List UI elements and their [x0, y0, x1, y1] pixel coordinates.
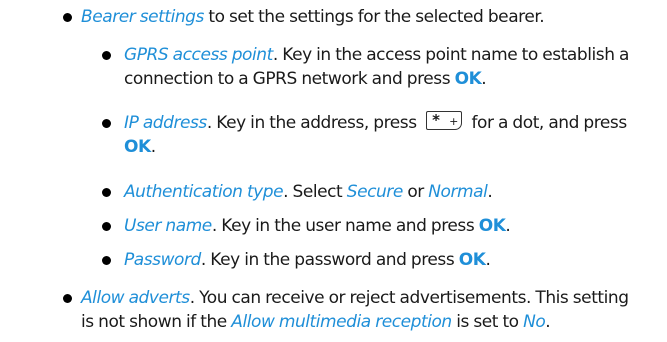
text-line: User name. Key in the user name and pres…	[124, 214, 511, 238]
menu-term: GPRS access point	[124, 45, 273, 65]
body-text: .	[545, 312, 551, 332]
bullet-icon	[102, 119, 111, 128]
body-text: . Key in the access point name to establ…	[272, 45, 630, 65]
list-item-allow-adverts: Allow adverts. You can receive or reject…	[81, 286, 629, 334]
body-text: .	[505, 216, 511, 236]
menu-term: Allow adverts	[81, 288, 190, 308]
text-line: Allow adverts. You can receive or reject…	[81, 286, 629, 310]
body-text: .	[481, 69, 487, 89]
body-text: is set to	[451, 312, 524, 332]
body-text: to set the settings for the selected bea…	[203, 7, 545, 27]
softkey-label: OK	[478, 216, 506, 236]
text-line: connection to a GPRS network and press O…	[124, 67, 629, 91]
menu-term: IP address	[124, 113, 207, 133]
menu-term: Authentication type	[124, 182, 284, 202]
body-text: . You can receive or reject advertisemen…	[189, 288, 629, 308]
bullet-icon	[102, 222, 111, 231]
list-item-user-name: User name. Key in the user name and pres…	[124, 214, 511, 238]
keycap-main-symbol: *	[432, 111, 440, 129]
body-text: .	[485, 250, 491, 270]
softkey-label: OK	[454, 69, 482, 89]
body-text: or	[402, 182, 429, 202]
softkey-label: OK	[124, 137, 151, 157]
bullet-icon	[102, 188, 111, 197]
text-line: Authentication type. Select Secure or No…	[124, 180, 493, 204]
softkey-label: OK	[458, 250, 486, 270]
list-item-bearer-settings: Bearer settings to set the settings for …	[81, 5, 545, 29]
body-text: . Key in the password and press	[200, 250, 459, 270]
list-item-ip-address: IP address. Key in the address, press * +…	[124, 111, 627, 159]
bullet-icon	[102, 256, 111, 265]
menu-term: Normal	[428, 182, 488, 202]
menu-term: User name	[124, 216, 212, 236]
text-line: OK.	[124, 135, 627, 159]
document-page: Bearer settings to set the settings for …	[0, 0, 667, 342]
text-line: Bearer settings to set the settings for …	[81, 5, 545, 29]
body-text: . Key in the user name and press	[211, 216, 479, 236]
body-text: connection to a GPRS network and press	[124, 69, 455, 89]
body-text: for a dot, and press	[467, 113, 628, 133]
body-text: .	[150, 137, 156, 157]
menu-term: Bearer settings	[81, 7, 204, 27]
text-line: Password. Key in the password and press …	[124, 248, 491, 272]
body-text: . Key in the address, press	[206, 113, 422, 133]
bullet-icon	[102, 51, 111, 60]
keycap-sub-symbol: +	[449, 115, 459, 128]
body-text: is not shown if the	[81, 312, 232, 332]
text-line: is not shown if the Allow multimedia rec…	[81, 310, 629, 334]
body-text: . Select	[283, 182, 347, 202]
text-line: GPRS access point. Key in the access poi…	[124, 43, 629, 67]
menu-term: Password	[124, 250, 201, 270]
list-item-authentication-type: Authentication type. Select Secure or No…	[124, 180, 493, 204]
star-plus-key-icon: * +	[426, 111, 463, 130]
body-text: .	[487, 182, 493, 202]
list-item-password: Password. Key in the password and press …	[124, 248, 491, 272]
list-item-gprs-access-point: GPRS access point. Key in the access poi…	[124, 43, 629, 91]
text-line: IP address. Key in the address, press * +…	[124, 111, 627, 135]
bullet-icon	[63, 13, 72, 22]
menu-term: Allow multimedia reception	[231, 312, 452, 332]
menu-term: No	[523, 312, 546, 332]
menu-term: Secure	[346, 182, 404, 202]
bullet-icon	[63, 294, 72, 303]
